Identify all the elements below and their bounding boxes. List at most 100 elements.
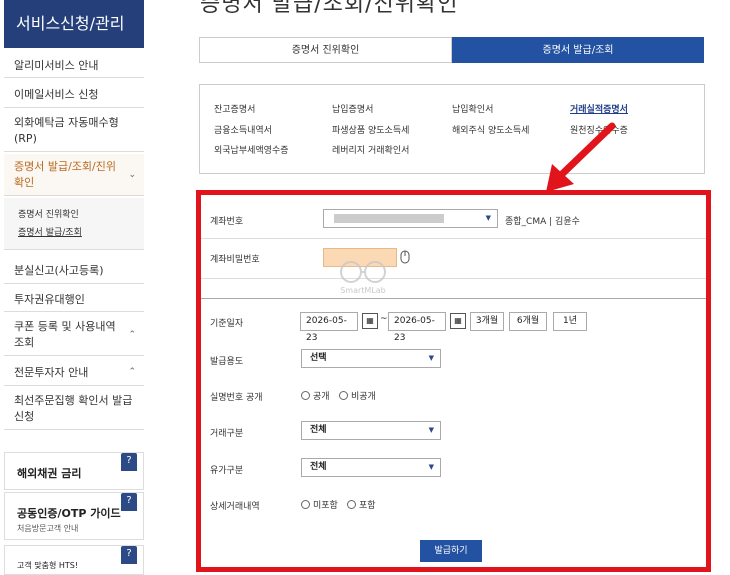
link-payment-confirm[interactable]: 납입확인서 xyxy=(452,102,493,115)
sidebar-item-label: 쿠폰 등록 및 사용내역 조회 xyxy=(14,319,116,349)
sidebar-item-best-execution[interactable]: 최선주문집행 확인서 발급 신청 xyxy=(4,388,144,430)
link-balance-cert[interactable]: 잔고증명서 xyxy=(214,102,255,115)
sidebar-header: 서비스신청/관리 xyxy=(4,0,144,48)
sidebar-item-label: 이메일서비스 신청 xyxy=(14,87,99,101)
certificate-links: 잔고증명서 납입증명서 납입확인서 거래실적증명서 금융소득내역서 파생상품 양… xyxy=(199,84,705,174)
chevron-down-icon: ⌄ xyxy=(128,169,136,180)
chevron-up-icon: ⌃ xyxy=(128,366,136,377)
trade-type-value: 전체 xyxy=(310,425,327,435)
date-to-input[interactable]: 2026-05-23 xyxy=(388,312,446,343)
sidebar-item-certificate[interactable]: 증명서 발급/조회/진위 확인 ⌄ xyxy=(4,154,144,196)
radio-label: 비공개 xyxy=(351,392,376,402)
help-badge-icon[interactable]: ? xyxy=(121,493,137,511)
radio-label: 미포함 xyxy=(313,501,338,511)
divider xyxy=(201,238,706,239)
radio-circle xyxy=(301,391,310,400)
sidebar-item-label: 알리미서비스 안내 xyxy=(14,58,99,72)
sidebar: 서비스신청/관리 알리미서비스 안내 이메일서비스 신청 외화예탁금 자동매수형… xyxy=(0,0,144,575)
sidebar-item-coupon[interactable]: 쿠폰 등록 및 사용내역 조회 ⌃ xyxy=(4,314,144,356)
card-title: 공동인증/OTP 가이드 xyxy=(17,507,121,520)
realname-label: 실명번호 공개 xyxy=(210,393,263,403)
purpose-label: 발급용도 xyxy=(210,357,244,367)
account-type-text: 종합_CMA xyxy=(505,217,547,227)
sidebar-subitem-issue[interactable]: 증명서 발급/조회 xyxy=(18,225,144,243)
trade-type-label: 거래구분 xyxy=(210,429,244,439)
watermark-text: SmartMLab xyxy=(340,286,386,295)
radio-circle xyxy=(347,500,356,509)
calendar-icon[interactable]: ▦ xyxy=(362,313,378,329)
mouse-icon[interactable] xyxy=(400,250,410,264)
detail-include-radio[interactable]: 포함 xyxy=(347,498,376,511)
detail-label: 상세거래내역 xyxy=(210,502,260,512)
sidebar-submenu: 증명서 진위확인 증명서 발급/조회 xyxy=(4,198,144,250)
sidebar-item-label: 최선주문집행 확인서 발급 신청 xyxy=(14,393,133,423)
sidebar-item-fx-rp[interactable]: 외화예탁금 자동매수형(RP) xyxy=(4,110,144,152)
link-overseas-stock-tax[interactable]: 해외주식 양도소득세 xyxy=(452,123,529,136)
radio-label: 공개 xyxy=(313,392,330,402)
sidebar-item-label: 증명서 발급/조회/진위 확인 xyxy=(14,159,116,189)
watermark: SmartMLab xyxy=(327,258,399,308)
help-badge-icon[interactable]: ? xyxy=(121,546,137,564)
sidebar-item-agent[interactable]: 투자권유대행인 xyxy=(4,286,144,312)
purpose-value: 선택 xyxy=(310,353,327,363)
sidebar-item-label: 투자권유대행인 xyxy=(14,292,85,306)
security-type-value: 전체 xyxy=(310,462,327,472)
card-custom-hts[interactable]: 고객 맞춤형 HTS! ? xyxy=(4,545,144,575)
period-1y-button[interactable]: 1년 xyxy=(553,312,587,331)
trade-type-select[interactable]: 전체 ▼ xyxy=(301,421,441,440)
sidebar-item-label: 전문투자자 안내 xyxy=(14,365,89,379)
annotation-arrow-icon xyxy=(546,122,616,192)
security-type-select[interactable]: 전체 ▼ xyxy=(301,458,441,477)
detail-exclude-radio[interactable]: 미포함 xyxy=(301,498,338,511)
security-type-label: 유가구분 xyxy=(210,466,244,476)
sidebar-item-email-service[interactable]: 이메일서비스 신청 xyxy=(4,80,144,108)
sidebar-item-loss-report[interactable]: 분실신고(사고등록) xyxy=(4,256,144,284)
password-label: 계좌비밀번호 xyxy=(210,255,260,265)
date-separator: ~ xyxy=(380,314,388,324)
divider xyxy=(201,278,706,279)
divider xyxy=(201,298,706,299)
purpose-select[interactable]: 선택 ▼ xyxy=(301,349,441,368)
caret-down-icon: ▼ xyxy=(428,354,434,362)
card-otp-guide[interactable]: 공동인증/OTP 가이드 처음방문고객 안내 ? xyxy=(4,492,144,540)
sidebar-item-pro-investor[interactable]: 전문투자자 안내 ⌃ xyxy=(4,358,144,386)
card-subtitle: 처음방문고객 안내 xyxy=(17,524,79,533)
link-financial-income[interactable]: 금융소득내역서 xyxy=(214,123,272,136)
calendar-icon[interactable]: ▦ xyxy=(450,313,466,329)
base-date-label: 기준일자 xyxy=(210,319,244,329)
sidebar-item-label: 외화예탁금 자동매수형(RP) xyxy=(14,115,119,145)
radio-circle xyxy=(339,391,348,400)
sidebar-item-alert-service[interactable]: 알리미서비스 안내 xyxy=(4,52,144,78)
radio-circle xyxy=(301,500,310,509)
tab-verify[interactable]: 증명서 진위확인 xyxy=(199,37,452,63)
sidebar-subitem-verify[interactable]: 증명서 진위확인 xyxy=(18,207,144,225)
period-6m-button[interactable]: 6개월 xyxy=(509,312,547,331)
link-payment-cert[interactable]: 납입증명서 xyxy=(332,102,373,115)
masked-account-number xyxy=(334,214,444,223)
realname-open-radio[interactable]: 공개 xyxy=(301,389,330,402)
card-title: 고객 맞춤형 HTS! xyxy=(17,561,79,570)
page-title: 증명서 발급/조회/진위확인 xyxy=(200,0,459,17)
account-owner: 김윤수 xyxy=(555,217,580,227)
caret-down-icon: ▼ xyxy=(485,214,491,222)
link-leverage-confirm[interactable]: 레버리지 거래확인서 xyxy=(332,143,409,156)
sidebar-item-label: 분실신고(사고등록) xyxy=(14,263,104,277)
chevron-up-icon: ⌃ xyxy=(128,329,136,340)
card-overseas-bond[interactable]: 해외채권 금리 ? xyxy=(4,452,144,490)
glasses-icon xyxy=(340,261,386,283)
highlight-frame xyxy=(196,190,711,572)
tab-issue[interactable]: 증명서 발급/조회 xyxy=(452,37,704,63)
link-derivatives-tax[interactable]: 파생상품 양도소득세 xyxy=(332,123,409,136)
help-badge-icon[interactable]: ? xyxy=(121,453,137,471)
issue-button[interactable]: 발급하기 xyxy=(420,540,482,562)
period-3m-button[interactable]: 3개월 xyxy=(470,312,504,331)
account-label: 계좌번호 xyxy=(210,217,244,227)
account-type: 종합_CMA | 김윤수 xyxy=(505,217,580,227)
radio-label: 포함 xyxy=(359,501,376,511)
date-from-input[interactable]: 2026-05-23 xyxy=(300,312,358,343)
realname-closed-radio[interactable]: 비공개 xyxy=(339,389,376,402)
caret-down-icon: ▼ xyxy=(428,426,434,434)
link-foreign-tax-receipt[interactable]: 외국납부세액영수증 xyxy=(214,143,289,156)
link-trade-record-cert[interactable]: 거래실적증명서 xyxy=(570,102,628,115)
account-select[interactable]: ▼ xyxy=(323,209,498,228)
